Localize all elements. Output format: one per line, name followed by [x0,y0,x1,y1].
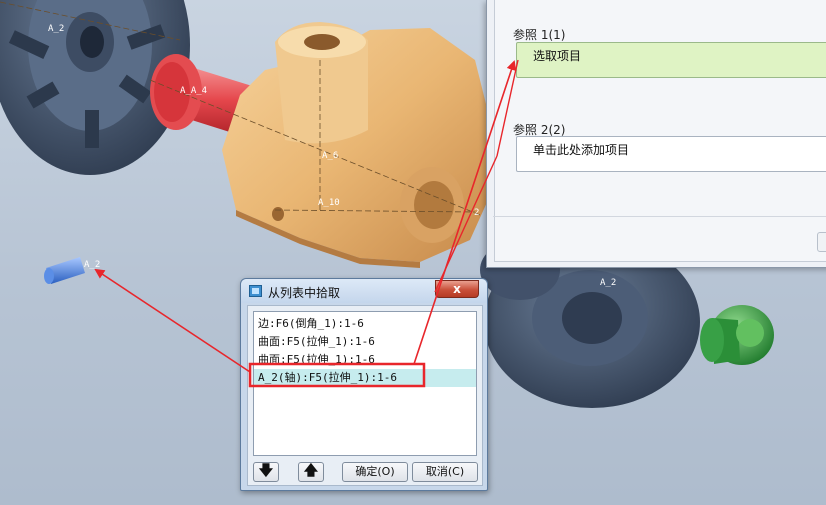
list-item[interactable]: 曲面:F5(拉伸_1):1-6 [254,351,476,369]
reference-1-value: 选取项目 [533,49,582,63]
list-item[interactable]: 边:F6(倒角_1):1-6 [254,315,476,333]
pick-list[interactable]: 边:F6(倒角_1):1-6 曲面:F5(拉伸_1):1-6 曲面:F5(拉伸_… [253,311,477,456]
green-part[interactable] [700,305,774,365]
cancel-button[interactable]: 取消(C) [412,462,478,482]
reference-2-field[interactable]: 单击此处添加项目 [516,136,826,172]
list-item-selected[interactable]: A_2(轴):F5(拉伸_1):1-6 [254,369,476,387]
arrow-down-icon: 🡇 [258,463,274,479]
arrow-up-icon: 🡅 [303,463,319,479]
close-button[interactable]: x [435,280,479,298]
ok-button[interactable]: 确定(O) [342,462,408,482]
list-item[interactable]: 曲面:F5(拉伸_1):1-6 [254,333,476,351]
axis-label: A_2 [48,24,64,34]
axis-label: A_6 [322,151,338,161]
reference-panel: 参照 1(1) 选取项目 参照 2(2) 单击此处添加项目 [486,0,826,268]
panel-button[interactable] [817,232,826,252]
axis-label: A_A_4 [180,86,207,96]
pin-part[interactable] [44,257,85,284]
dialog-body: 边:F6(倒角_1):1-6 曲面:F5(拉伸_1):1-6 曲面:F5(拉伸_… [247,305,483,486]
axis-label: A_2 [600,278,616,288]
reference-1-label: 参照 1(1) [513,28,566,42]
reference-2-value: 单击此处添加项目 [533,143,630,157]
housing-part[interactable] [222,22,490,268]
close-icon: x [453,282,461,296]
pick-from-list-dialog: 从列表中拾取 x 边:F6(倒角_1):1-6 曲面:F5(拉伸_1):1-6 … [240,278,488,491]
divider [493,216,826,217]
axis-label: A_2 [84,260,100,270]
move-up-button[interactable]: 🡅 [298,462,324,482]
axis-label: A_10 [318,198,340,208]
window-icon [249,285,262,297]
dialog-title-bar[interactable]: 从列表中拾取 x [241,279,487,303]
axis-label: 2 [474,208,479,218]
dialog-title: 从列表中拾取 [268,286,341,300]
reference-1-field[interactable]: 选取项目 [516,42,826,78]
move-down-button[interactable]: 🡇 [253,462,279,482]
